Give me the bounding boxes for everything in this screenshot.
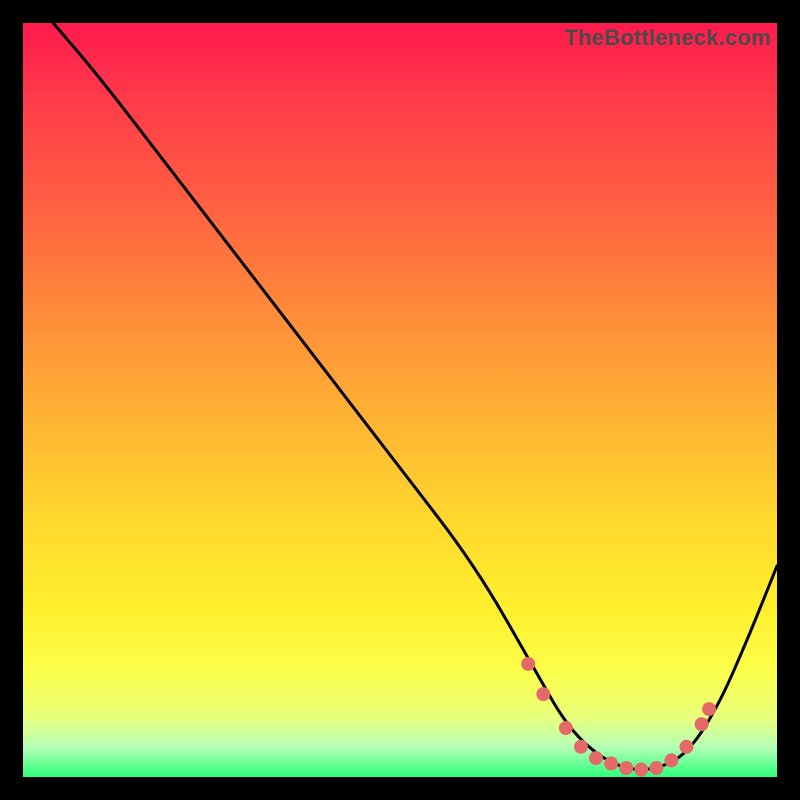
plot-area — [23, 23, 777, 777]
watermark-text: TheBottleneck.com — [565, 25, 771, 51]
chart-frame: TheBottleneck.com — [23, 23, 777, 777]
